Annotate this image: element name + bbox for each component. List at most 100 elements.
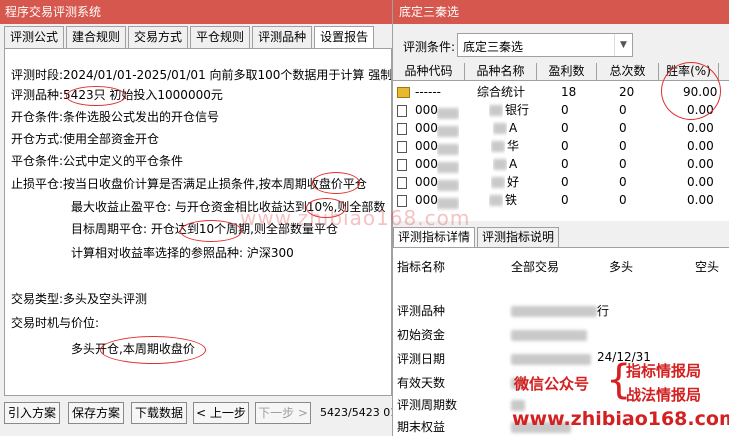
tab-close-rules[interactable]: 平仓规则 bbox=[190, 26, 251, 48]
detail-row-label: 评测日期 bbox=[397, 352, 446, 366]
cell-rate: 90.00 bbox=[683, 85, 718, 99]
table-row-summary[interactable]: ------ 综合统计 18 20 90.00 bbox=[393, 84, 729, 101]
report-line-timing: 交易时机与价位: bbox=[11, 316, 100, 330]
cell-total: 0 bbox=[619, 157, 627, 171]
cell-profit: 0 bbox=[561, 157, 569, 171]
cell-total: 0 bbox=[619, 121, 627, 135]
detail-tab-bar: 评测指标详情 评测指标说明 bbox=[393, 227, 561, 247]
table-row[interactable]: 000 好 0 0 0.00 bbox=[393, 174, 729, 191]
save-plan-button[interactable]: 保存方案 bbox=[68, 402, 124, 424]
folder-icon bbox=[397, 87, 410, 98]
detail-row-label: 期末权益 bbox=[397, 420, 446, 434]
cell-profit: 0 bbox=[561, 175, 569, 189]
watermark-url: www.zhibiao168.com bbox=[240, 206, 471, 230]
cell-rate: 0.00 bbox=[687, 193, 714, 207]
cell-name: A bbox=[509, 157, 518, 171]
tab-formula[interactable]: 评测公式 bbox=[4, 26, 65, 48]
table-row[interactable]: 000 银行 0 0 0.00 bbox=[393, 102, 729, 119]
table-row[interactable]: 000 华 0 0 0.00 bbox=[393, 138, 729, 155]
detail-row-label: 评测周期数 bbox=[397, 398, 458, 412]
cell-code: 000 bbox=[415, 103, 438, 117]
detail-row-label: 有效天数 bbox=[397, 376, 446, 390]
download-data-button[interactable]: 下载数据 bbox=[131, 402, 187, 424]
bottom-button-bar: 引入方案 保存方案 下载数据 < 上一步 下一步 > 5423/5423 01 bbox=[0, 402, 397, 428]
cell-name: 华 bbox=[507, 139, 520, 153]
cell-code: 000 bbox=[415, 121, 438, 135]
condition-select[interactable]: 底定三秦选 ▼ bbox=[457, 33, 633, 57]
report-line-long-open: 多头开仓,本周期收盘价 bbox=[71, 342, 195, 356]
next-step-button[interactable]: 下一步 > bbox=[255, 402, 311, 424]
report-line-benchmark: 计算相对收益率选择的参照品种: 沪深300 bbox=[71, 246, 294, 260]
right-window-title: 底定三秦选 bbox=[393, 0, 729, 24]
cell-rate: 0.00 bbox=[687, 121, 714, 135]
watermark-url-bold: www.zhibiao168.com bbox=[512, 408, 729, 430]
grid-header-total[interactable]: 总次数 bbox=[597, 63, 659, 81]
cell-code: 000 bbox=[415, 175, 438, 189]
grid-header-rate[interactable]: 胜率(%) bbox=[659, 63, 719, 81]
tab-metric-help[interactable]: 评测指标说明 bbox=[477, 227, 560, 247]
cell-profit: 0 bbox=[561, 193, 569, 207]
grid-header-profit[interactable]: 盈利数 bbox=[537, 63, 597, 81]
document-icon bbox=[397, 105, 407, 117]
cell-name: 铁 bbox=[505, 193, 518, 207]
watermark-brand-2: 战法情报局 bbox=[626, 386, 702, 404]
tab-open-rules[interactable]: 建合规则 bbox=[66, 26, 127, 48]
tab-trade-mode[interactable]: 交易方式 bbox=[128, 26, 189, 48]
detail-row-value: 行 bbox=[597, 304, 610, 318]
report-line-period: 评测时段:2024/01/01-2025/01/01 向前多取100个数据用于计… bbox=[11, 68, 392, 82]
cell-total: 0 bbox=[619, 175, 627, 189]
cell-profit: 0 bbox=[561, 121, 569, 135]
tab-metric-details[interactable]: 评测指标详情 bbox=[393, 227, 476, 247]
detail-header-long: 多头 bbox=[609, 260, 634, 274]
cell-rate: 0.00 bbox=[687, 139, 714, 153]
report-line-symbols: 评测品种:5423只 初始投入1000000元 bbox=[11, 88, 223, 102]
tab-symbols[interactable]: 评测品种 bbox=[252, 26, 313, 48]
cell-rate: 0.00 bbox=[687, 103, 714, 117]
watermark-public-label: 微信公众号 bbox=[514, 375, 590, 393]
detail-header-all: 全部交易 bbox=[511, 260, 560, 274]
report-line-stop-loss: 止损平仓:按当日收盘价计算是否满足止损条件,按本周期收盘价平仓 bbox=[11, 177, 367, 191]
left-tab-bar: 评测公式 建合规则 交易方式 平仓规则 评测品种 设置报告 bbox=[4, 26, 376, 49]
cell-name: 银行 bbox=[505, 103, 530, 117]
report-line-open-mode: 开仓方式:使用全部资金开仓 bbox=[11, 132, 160, 146]
cell-name: 综合统计 bbox=[477, 85, 526, 99]
cell-code: 000 bbox=[415, 157, 438, 171]
tab-report[interactable]: 设置报告 bbox=[314, 26, 375, 49]
cell-name: 好 bbox=[507, 175, 520, 189]
cell-code: ------ bbox=[415, 85, 441, 99]
cell-code: 000 bbox=[415, 139, 438, 153]
prev-step-button[interactable]: < 上一步 bbox=[193, 402, 249, 424]
cell-name: A bbox=[509, 121, 518, 135]
cell-total: 0 bbox=[619, 103, 627, 117]
report-line-close-cond: 平仓条件:公式中定义的平仓条件 bbox=[11, 154, 184, 168]
table-row[interactable]: 000 A 0 0 0.00 bbox=[393, 156, 729, 173]
grid-header-code[interactable]: 品种代码 bbox=[393, 63, 465, 81]
table-row[interactable]: 000 A 0 0 0.00 bbox=[393, 120, 729, 137]
document-icon bbox=[397, 159, 407, 171]
left-window-title: 程序交易评测系统 bbox=[0, 0, 392, 24]
cell-total: 0 bbox=[619, 193, 627, 207]
detail-header-name: 指标名称 bbox=[397, 260, 446, 274]
import-plan-button[interactable]: 引入方案 bbox=[4, 402, 60, 424]
condition-value: 底定三秦选 bbox=[463, 40, 524, 54]
document-icon bbox=[397, 177, 407, 189]
detail-row-label: 评测品种 bbox=[397, 304, 446, 318]
progress-text: 5423/5423 01 bbox=[320, 406, 398, 419]
cell-rate: 0.00 bbox=[687, 157, 714, 171]
result-grid: 品种代码 品种名称 盈利数 总次数 胜率(%) ------ 综合统计 18 2… bbox=[393, 63, 729, 221]
document-icon bbox=[397, 123, 407, 135]
detail-header-short: 空头 bbox=[695, 260, 720, 274]
grid-header-name[interactable]: 品种名称 bbox=[465, 63, 537, 81]
condition-label: 评测条件: bbox=[403, 40, 456, 54]
detail-row-label: 初始资金 bbox=[397, 328, 446, 342]
cell-profit: 18 bbox=[561, 85, 577, 99]
cell-profit: 0 bbox=[561, 103, 569, 117]
cell-profit: 0 bbox=[561, 139, 569, 153]
cell-rate: 0.00 bbox=[687, 175, 714, 189]
document-icon bbox=[397, 141, 407, 153]
cell-total: 20 bbox=[619, 85, 635, 99]
chevron-down-icon[interactable]: ▼ bbox=[614, 34, 632, 56]
cell-total: 0 bbox=[619, 139, 627, 153]
grid-header-row: 品种代码 品种名称 盈利数 总次数 胜率(%) bbox=[393, 63, 729, 81]
report-line-open-cond: 开仓条件:条件选股公式发出的开仓信号 bbox=[11, 110, 220, 124]
